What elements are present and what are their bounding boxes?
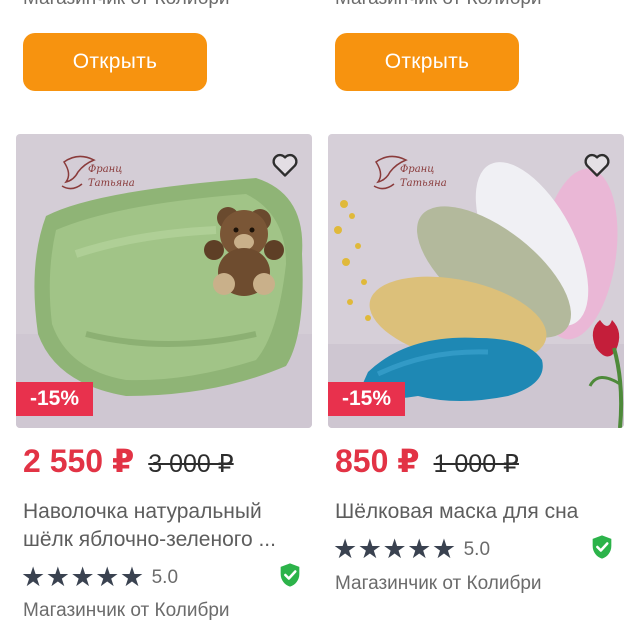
product-title[interactable]: Шёлковая маска для сна <box>335 498 625 526</box>
shop-name[interactable]: Магазинчик от Колибри <box>335 0 542 10</box>
star-icon: ★ <box>70 562 95 592</box>
favorite-heart-icon[interactable] <box>582 150 612 180</box>
star-icon: ★ <box>45 562 70 592</box>
product-card[interactable]: Франц Татьяна <box>16 134 314 640</box>
shop-name[interactable]: Магазинчик от Колибри <box>23 600 230 622</box>
svg-text:Франц: Франц <box>88 164 122 175</box>
current-price: 2 550 ₽ <box>23 443 135 479</box>
product-title-line: Наволочка натуральный <box>23 500 262 523</box>
verified-shield-icon <box>592 535 612 559</box>
star-icon: ★ <box>333 534 358 564</box>
current-price: 850 ₽ <box>335 443 420 479</box>
star-icon: ★ <box>357 534 382 564</box>
rating: ★ ★ ★ ★ ★ 5.0 <box>21 564 178 591</box>
product-feed: Магазинчик от Колибри Магазинчик от Коли… <box>0 0 640 640</box>
shop-name[interactable]: Магазинчик от Колибри <box>335 573 542 595</box>
price-row: 850 ₽ 1 000 ₽ <box>335 442 519 480</box>
shop-name[interactable]: Магазинчик от Колибри <box>23 0 230 10</box>
star-icon: ★ <box>407 534 432 564</box>
open-button[interactable]: Открыть <box>23 33 207 91</box>
product-image-pillowcase[interactable]: Франц Татьяна -15% <box>16 134 312 428</box>
product-title[interactable]: Наволочка натуральный шёлк яблочно-зелен… <box>23 498 313 554</box>
product-image-sleep-masks[interactable]: Франц Татьяна -15% <box>328 134 624 428</box>
star-icon: ★ <box>431 534 457 564</box>
discount-badge: -15% <box>16 382 94 416</box>
svg-text:Татьяна: Татьяна <box>88 178 135 189</box>
open-button[interactable]: Открыть <box>335 33 519 91</box>
rating: ★ ★ ★ ★ ★ 5.0 <box>333 536 490 563</box>
svg-text:Татьяна: Татьяна <box>400 178 447 189</box>
star-icon: ★ <box>21 562 46 592</box>
product-card[interactable]: Франц Татьяна <box>328 134 626 640</box>
price-row: 2 550 ₽ 3 000 ₽ <box>23 442 234 480</box>
star-icon: ★ <box>119 562 145 592</box>
product-title-line: шёлк яблочно-зеленого ... <box>23 528 276 551</box>
favorite-heart-icon[interactable] <box>270 150 300 180</box>
old-price: 3 000 ₽ <box>148 450 234 478</box>
old-price: 1 000 ₽ <box>433 450 519 478</box>
verified-shield-icon <box>280 563 300 587</box>
star-icon: ★ <box>382 534 407 564</box>
discount-badge: -15% <box>328 382 406 416</box>
svg-text:Франц: Франц <box>400 164 434 175</box>
rating-value: 5.0 <box>463 538 491 560</box>
rating-value: 5.0 <box>151 566 179 588</box>
star-icon: ★ <box>95 562 120 592</box>
